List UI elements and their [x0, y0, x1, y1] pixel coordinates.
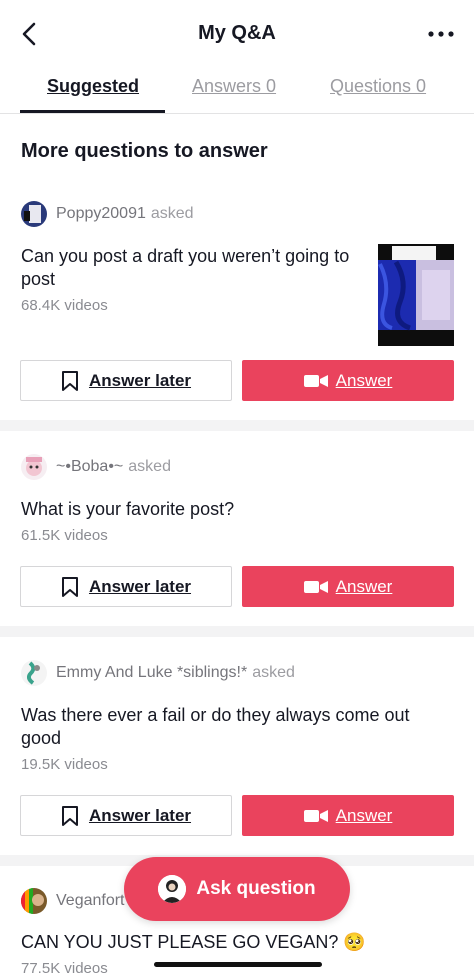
- asker-row[interactable]: ~•Boba•~ asked: [21, 453, 171, 481]
- bookmark-icon: [61, 576, 78, 597]
- asked-label: asked: [252, 664, 295, 681]
- ask-question-label: Ask question: [196, 878, 316, 899]
- answer-button[interactable]: Answer: [242, 360, 454, 401]
- bookmark-icon: [61, 370, 78, 391]
- bookmark-icon: [61, 805, 78, 826]
- video-camera-icon: [303, 374, 328, 387]
- question-text[interactable]: What is your favorite post?: [21, 498, 441, 521]
- tab-questions[interactable]: Questions 0: [330, 76, 426, 97]
- home-indicator: [154, 962, 322, 967]
- answer-button[interactable]: Answer: [242, 566, 454, 607]
- answer-label: Answer: [335, 805, 393, 825]
- tab-bar: Suggested Answers 0 Questions 0: [0, 70, 474, 114]
- asker-name: Emmy And Luke *siblings!*: [56, 664, 248, 681]
- question-text[interactable]: CAN YOU JUST PLEASE GO VEGAN? 🥺: [21, 931, 441, 954]
- tab-answers[interactable]: Answers 0: [192, 76, 276, 97]
- video-thumbnail[interactable]: [378, 244, 454, 346]
- page-title: My Q&A: [198, 22, 276, 44]
- answer-later-button[interactable]: Answer later: [20, 795, 232, 836]
- answer-later-label: Answer later: [88, 805, 192, 825]
- answer-label: Answer: [335, 370, 393, 390]
- answer-label: Answer: [335, 576, 393, 596]
- avatar: [21, 454, 47, 480]
- asker-row[interactable]: Poppy20091 asked: [21, 200, 194, 228]
- answer-later-button[interactable]: Answer later: [20, 360, 232, 401]
- video-camera-icon: [303, 580, 328, 593]
- avatar: [158, 875, 187, 903]
- asked-label: asked: [150, 205, 194, 222]
- question-text[interactable]: Was there ever a fail or do they always …: [21, 704, 441, 750]
- asker-name: Veganfort: [56, 892, 125, 909]
- asker-name: Poppy20091: [56, 205, 146, 222]
- answer-later-label: Answer later: [88, 576, 192, 596]
- asked-label: asked: [128, 458, 171, 475]
- ask-question-button[interactable]: Ask question: [124, 857, 350, 921]
- asker-row[interactable]: Veganfort: [21, 887, 130, 915]
- video-camera-icon: [303, 809, 328, 822]
- video-count: 77.5K videos: [21, 960, 108, 977]
- avatar: [21, 660, 47, 686]
- video-count: 61.5K videos: [21, 527, 108, 544]
- answer-later-label: Answer later: [88, 370, 192, 390]
- answer-later-button[interactable]: Answer later: [20, 566, 232, 607]
- video-count: 68.4K videos: [21, 297, 108, 314]
- section-title: More questions to answer: [21, 140, 268, 162]
- asker-row[interactable]: Emmy And Luke *siblings!* asked: [21, 659, 295, 687]
- avatar: [21, 888, 47, 914]
- tab-indicator: [20, 110, 165, 113]
- more-horizontal-icon[interactable]: [426, 20, 456, 48]
- tab-suggested[interactable]: Suggested: [47, 76, 139, 97]
- divider: [0, 626, 474, 637]
- header: My Q&A: [0, 0, 474, 70]
- divider: [0, 420, 474, 431]
- question-text[interactable]: Can you post a draft you weren’t going t…: [21, 245, 361, 291]
- avatar: [21, 201, 47, 227]
- asker-name: ~•Boba•~: [56, 458, 124, 475]
- video-count: 19.5K videos: [21, 756, 108, 773]
- answer-button[interactable]: Answer: [242, 795, 454, 836]
